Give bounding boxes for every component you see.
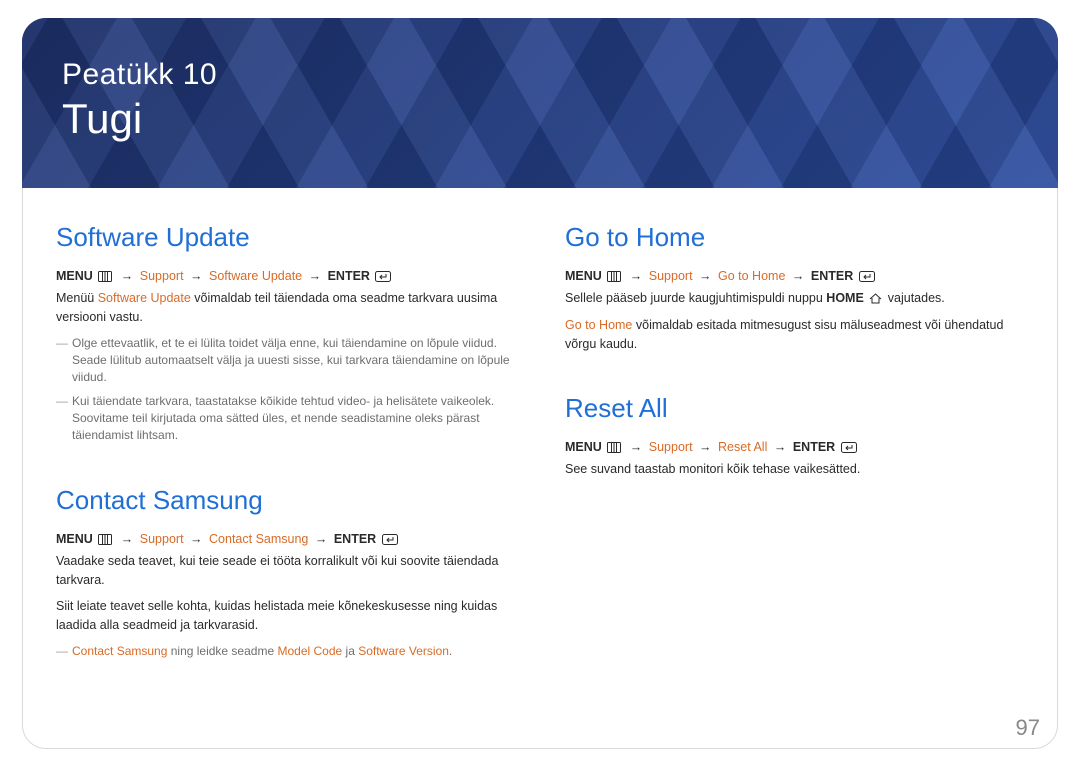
menu-path-go-to-home: MENU → Support → Go to Home → ENTER [565, 269, 1024, 283]
software-update-intro: Menüü Software Update võimaldab teil täi… [56, 289, 515, 327]
list-item: Kui täiendate tarkvara, taastatakse kõik… [56, 393, 515, 445]
arrow-icon: → [190, 532, 203, 546]
arrow-icon: → [121, 532, 134, 546]
arrow-icon: → [315, 532, 328, 546]
arrow-icon: → [630, 269, 643, 283]
path-support: Support [649, 440, 693, 454]
arrow-icon: → [699, 269, 712, 283]
arrow-icon: → [774, 440, 787, 454]
enter-icon [841, 442, 857, 453]
arrow-icon: → [121, 269, 134, 283]
content: Software Update MENU → Support → Softwar… [22, 188, 1058, 700]
chapter-label: Peatükk 10 [62, 58, 1058, 93]
arrow-icon: → [190, 269, 203, 283]
contact-note: Contact Samsung ning leidke seadme Model… [56, 643, 515, 660]
path-item: Reset All [718, 440, 767, 454]
go-home-p1: Sellele pääseb juurde kaugjuhtimispuldi … [565, 289, 1024, 308]
menu-icon [607, 271, 621, 282]
contact-p1: Vaadake seda teavet, kui teie seade ei t… [56, 552, 515, 590]
arrow-icon: → [699, 440, 712, 454]
arrow-icon: → [309, 269, 322, 283]
contact-p2: Siit leiate teavet selle kohta, kuidas h… [56, 597, 515, 635]
path-support: Support [140, 532, 184, 546]
enter-label: ENTER [328, 269, 370, 283]
page: Peatükk 10 Tugi Software Update MENU → S… [0, 0, 1080, 763]
path-support: Support [140, 269, 184, 283]
go-home-p2: Go to Home võimaldab esitada mitmesugust… [565, 316, 1024, 354]
menu-label: MENU [565, 269, 602, 283]
menu-label: MENU [565, 440, 602, 454]
menu-path-contact-samsung: MENU → Support → Contact Samsung → ENTER [56, 532, 515, 546]
enter-label: ENTER [811, 269, 853, 283]
menu-label: MENU [56, 269, 93, 283]
section-software-update: Software Update MENU → Support → Softwar… [56, 222, 515, 445]
menu-label: MENU [56, 532, 93, 546]
arrow-icon: → [630, 440, 643, 454]
path-item: Contact Samsung [209, 532, 308, 546]
menu-icon [98, 271, 112, 282]
column-right: Go to Home MENU → Support → Go to Home →… [565, 222, 1024, 700]
path-item: Go to Home [718, 269, 785, 283]
heading-go-to-home: Go to Home [565, 222, 1024, 253]
section-reset-all: Reset All MENU → Support → Reset All → E… [565, 393, 1024, 479]
menu-path-software-update: MENU → Support → Software Update → ENTER [56, 269, 515, 283]
heading-software-update: Software Update [56, 222, 515, 253]
enter-label: ENTER [793, 440, 835, 454]
enter-icon [375, 271, 391, 282]
chapter-name: Tugi [62, 95, 1058, 143]
page-number: 97 [1016, 715, 1040, 741]
path-support: Support [649, 269, 693, 283]
enter-label: ENTER [334, 532, 376, 546]
chapter-title: Peatükk 10 Tugi [22, 18, 1058, 143]
list-item: Contact Samsung ning leidke seadme Model… [56, 643, 515, 660]
section-contact-samsung: Contact Samsung MENU → Support → Contact… [56, 485, 515, 660]
reset-all-p1: See suvand taastab monitori kõik tehase … [565, 460, 1024, 479]
heading-contact-samsung: Contact Samsung [56, 485, 515, 516]
heading-reset-all: Reset All [565, 393, 1024, 424]
menu-path-reset-all: MENU → Support → Reset All → ENTER [565, 440, 1024, 454]
arrow-icon: → [792, 269, 805, 283]
home-icon [869, 293, 882, 304]
software-update-notes: Olge ettevaatlik, et te ei lülita toidet… [56, 335, 515, 445]
menu-icon [607, 442, 621, 453]
chapter-hero: Peatükk 10 Tugi [22, 18, 1058, 188]
menu-icon [98, 534, 112, 545]
section-go-to-home: Go to Home MENU → Support → Go to Home →… [565, 222, 1024, 353]
list-item: Olge ettevaatlik, et te ei lülita toidet… [56, 335, 515, 387]
path-item: Software Update [209, 269, 302, 283]
enter-icon [859, 271, 875, 282]
enter-icon [382, 534, 398, 545]
column-left: Software Update MENU → Support → Softwar… [56, 222, 515, 700]
